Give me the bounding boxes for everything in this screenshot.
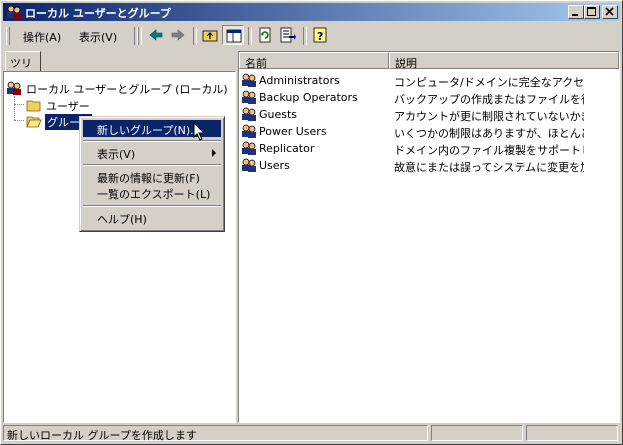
close-icon (605, 7, 614, 16)
help-button[interactable]: ? (309, 25, 331, 45)
status-bar: 新しいローカル グループを作成します (3, 424, 620, 442)
window-title: ローカル ユーザーとグループ (25, 7, 171, 20)
status-panel-3 (526, 425, 618, 441)
show-hide-tree-button[interactable] (222, 25, 244, 45)
export-list-button[interactable] (277, 25, 299, 45)
group-icon (242, 73, 256, 87)
row-name: Backup Operators (259, 91, 358, 104)
row-description: 故意にまたは誤ってシステムに変更を加... (394, 161, 584, 174)
row-name: Guests (259, 108, 298, 121)
row-description: バックアップの作成またはファイルを復元... (394, 93, 584, 106)
forward-button[interactable] (167, 25, 189, 45)
open-folder-icon (26, 116, 42, 128)
status-text: 新しいローカル グループを作成します (7, 429, 197, 442)
up-one-level-button[interactable] (199, 25, 221, 45)
tree-line (14, 120, 24, 122)
tree-node-users-label: ユーザー (46, 100, 90, 113)
row-name: Administrators (259, 74, 340, 87)
row-name: Users (259, 159, 290, 172)
status-panel-2 (431, 425, 523, 441)
tree-node-users[interactable]: ユーザー (26, 97, 146, 113)
main-window: ローカル ユーザーとグループ 操作(A) 表示(V) ? ツリ ローカル ユーザ… (0, 0, 623, 445)
menu-separator (83, 205, 221, 207)
help-icon: ? (313, 27, 327, 43)
row-description: コンピュータ/ドメインに完全なアクセス... (394, 76, 584, 89)
title-bar[interactable]: ローカル ユーザーとグループ (3, 3, 620, 21)
row-name: Replicator (259, 142, 315, 155)
menubar-grip[interactable] (6, 27, 10, 45)
maximize-icon (587, 7, 596, 16)
mouse-cursor-icon (193, 122, 206, 141)
tree-line (14, 96, 16, 120)
menu-item-view[interactable]: 表示(V) (83, 144, 221, 161)
group-icon (242, 158, 256, 172)
menu-item-export-list-label: 一覧のエクスポート(L) (97, 188, 211, 201)
list-item[interactable]: Users 故意にまたは誤ってシステムに変更を加... (239, 157, 619, 174)
menu-item-new-group-label: 新しいグループ(N)... (97, 124, 201, 137)
minimize-button[interactable] (568, 5, 584, 19)
forward-arrow-icon (171, 29, 185, 41)
submenu-arrow-icon (212, 149, 216, 157)
minimize-icon (572, 14, 578, 16)
export-list-icon (280, 27, 296, 43)
menu-separator (83, 164, 221, 166)
column-header-name[interactable]: 名前 (239, 52, 389, 70)
row-description: ドメイン内のファイル複製をサポートしま... (394, 144, 584, 157)
group-icon (242, 90, 256, 104)
maximize-button[interactable] (584, 5, 600, 19)
row-description: いくつかの制限はありますが、ほとんどの... (394, 127, 584, 140)
refresh-icon (259, 27, 271, 43)
users-groups-icon (7, 81, 21, 95)
menu-view[interactable]: 表示(V) (79, 29, 117, 45)
refresh-button[interactable] (254, 25, 276, 45)
back-arrow-icon (149, 29, 163, 41)
row-description: アカウントが更に制限されていないかぎ... (394, 110, 584, 123)
tree-root-node[interactable]: ローカル ユーザーとグループ (ローカル) (6, 80, 228, 96)
group-icon (242, 107, 256, 121)
users-app-icon (7, 5, 21, 19)
list-item[interactable]: Administrators コンピュータ/ドメインに完全なアクセス... (239, 72, 619, 89)
show-hide-tree-icon (226, 29, 242, 43)
menu-item-refresh[interactable]: 最新の情報に更新(F) (83, 168, 221, 185)
list-item[interactable]: Replicator ドメイン内のファイル複製をサポートしま... (239, 140, 619, 157)
menu-item-export-list[interactable]: 一覧のエクスポート(L) (83, 184, 221, 201)
menu-toolbar-bar: 操作(A) 表示(V) ? (3, 23, 620, 49)
toolbar-separator (193, 27, 197, 45)
folder-icon (26, 100, 41, 112)
menu-item-help-label: ヘルプ(H) (97, 213, 147, 226)
column-header-description-label: 説明 (395, 57, 417, 70)
tab-tree[interactable]: ツリー (5, 51, 41, 86)
menu-action[interactable]: 操作(A) (23, 29, 61, 45)
group-icon (242, 141, 256, 155)
menu-item-view-label: 表示(V) (97, 148, 136, 161)
up-folder-icon (202, 30, 218, 42)
tree-root-label: ローカル ユーザーとグループ (ローカル) (26, 83, 228, 96)
status-panel-main: 新しいローカル グループを作成します (3, 425, 428, 442)
back-button[interactable] (145, 25, 167, 45)
details-list-pane[interactable]: 名前 説明 Administrators コンピュータ/ドメインに完全なアクセス… (238, 51, 620, 423)
group-icon (242, 124, 256, 138)
list-item[interactable]: Guests アカウントが更に制限されていないかぎ... (239, 106, 619, 123)
tree-tab-strip: ツリー (3, 51, 235, 86)
toolbar-separator (303, 27, 307, 45)
toolbar-separator (248, 27, 252, 45)
list-item[interactable]: Power Users いくつかの制限はありますが、ほとんどの... (239, 123, 619, 140)
menu-item-help[interactable]: ヘルプ(H) (83, 209, 221, 226)
column-header-name-label: 名前 (245, 57, 267, 70)
tree-line (14, 104, 24, 106)
toolbar-separator (138, 27, 142, 45)
row-name: Power Users (259, 125, 327, 138)
column-header-description[interactable]: 説明 (389, 52, 619, 70)
svg-text:?: ? (317, 30, 323, 43)
list-item[interactable]: Backup Operators バックアップの作成またはファイルを復元... (239, 89, 619, 106)
close-button[interactable] (602, 5, 618, 19)
